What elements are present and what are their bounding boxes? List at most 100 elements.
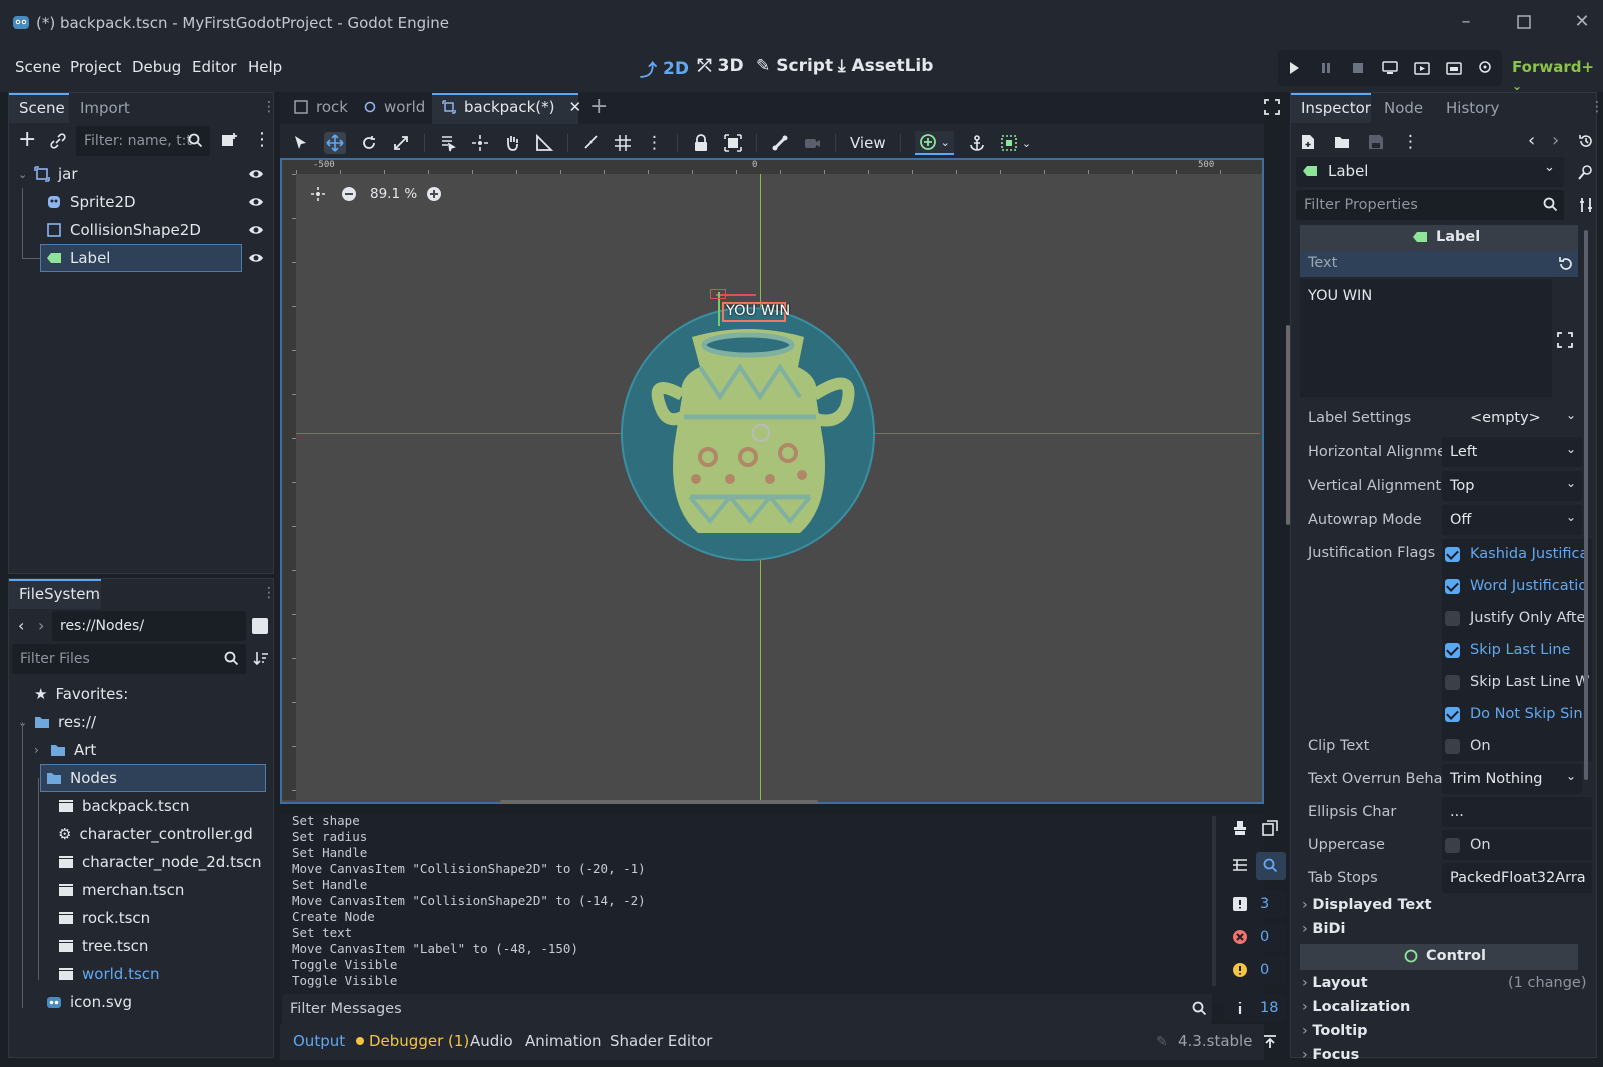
vertical-alignment-select[interactable]: Top — [1442, 471, 1582, 501]
section-tooltip[interactable]: › Tooltip — [1302, 1023, 1368, 1039]
tree-item-sprite2d[interactable]: Sprite2D — [12, 188, 270, 216]
ruler-icon[interactable] — [535, 134, 553, 152]
folder-art[interactable]: › Art — [12, 736, 270, 764]
path-input[interactable]: res://Nodes/ — [52, 611, 246, 641]
uppercase-checkbox[interactable]: On — [1445, 837, 1491, 853]
chevron-down-icon[interactable]: ⌄ — [18, 716, 28, 729]
visibility-eye-icon[interactable] — [248, 222, 264, 238]
section-focus[interactable]: › Focus — [1302, 1047, 1359, 1063]
add-tab-icon[interactable]: + — [590, 94, 608, 119]
section-bidi[interactable]: › BiDi — [1302, 921, 1345, 937]
workspace-3d[interactable]: ⤱ 3D — [698, 56, 744, 76]
tab-import[interactable]: Import — [80, 99, 130, 117]
checkbox[interactable] — [1445, 642, 1460, 658]
chevron-down-icon[interactable]: ⌄ — [1566, 442, 1576, 456]
horizontal-alignment-select[interactable]: Left — [1442, 437, 1582, 467]
play-icon[interactable] — [1280, 54, 1308, 82]
stop-icon[interactable] — [1344, 54, 1372, 82]
section-localization[interactable]: › Localization — [1302, 999, 1410, 1015]
minimize-icon[interactable]: – — [1454, 10, 1478, 34]
group-icon[interactable] — [724, 134, 742, 152]
move-icon[interactable] — [324, 132, 346, 154]
zoom-out-icon[interactable] — [341, 186, 357, 202]
workspace-script[interactable]: ✎ Script — [756, 56, 833, 76]
horizontal-scrollbar[interactable] — [500, 800, 818, 804]
rotate-icon[interactable] — [360, 134, 378, 152]
close-tab-icon[interactable]: ✕ — [569, 98, 582, 116]
maximize-icon[interactable] — [1512, 10, 1536, 34]
open-folder-icon[interactable] — [1334, 135, 1350, 149]
chevron-down-icon[interactable]: ⌄ — [1566, 476, 1576, 490]
split-mode-icon[interactable] — [252, 618, 268, 634]
tab-animation[interactable]: Animation — [525, 1032, 601, 1050]
sort-icon[interactable] — [253, 650, 269, 666]
save-icon[interactable] — [1368, 134, 1384, 150]
text-overrun-select[interactable]: Trim Nothing — [1442, 764, 1582, 794]
clip-text-checkbox[interactable]: On — [1445, 738, 1491, 754]
tab-debugger[interactable]: Debugger (1) — [356, 1032, 469, 1050]
remote-debug-icon[interactable] — [1376, 54, 1404, 82]
flag-justify-only-after[interactable]: Justify Only Afte — [1445, 610, 1585, 626]
warning-counter[interactable]: 0 — [1224, 956, 1286, 984]
menu-debug[interactable]: Debug — [132, 58, 181, 76]
add-node-icon[interactable]: + — [18, 129, 36, 151]
flag-kashida[interactable]: Kashida Justifica — [1445, 546, 1588, 562]
workspace-2d[interactable]: ⤴ 2D — [640, 56, 689, 82]
workspace-assetlib[interactable]: ⤓ AssetLib — [838, 56, 933, 76]
file-item[interactable]: icon.svg — [12, 988, 270, 1016]
flag-word[interactable]: Word Justificatio — [1445, 578, 1587, 594]
filter-properties-input[interactable]: Filter Properties — [1296, 190, 1564, 220]
select-icon[interactable] — [292, 134, 310, 152]
anchor-icon[interactable] — [968, 134, 986, 152]
tree-item-collisionshape2d[interactable]: CollisionShape2D — [12, 216, 270, 244]
file-item[interactable]: rock.tscn — [12, 904, 270, 932]
scale-icon[interactable] — [392, 134, 410, 152]
checkbox[interactable] — [1445, 674, 1460, 690]
autowrap-mode-select[interactable]: Off — [1442, 505, 1582, 535]
menu-help[interactable]: Help — [248, 58, 282, 76]
forward-icon[interactable]: › — [38, 616, 44, 635]
flag-skip-last-line[interactable]: Skip Last Line — [1445, 642, 1570, 658]
close-icon[interactable]: ✕ — [1570, 10, 1594, 34]
collapse-icon[interactable] — [1232, 857, 1248, 873]
copy-icon[interactable] — [1262, 820, 1278, 836]
lock-icon[interactable] — [692, 134, 710, 152]
text-property-row[interactable] — [1300, 251, 1578, 277]
revert-icon[interactable] — [1558, 256, 1574, 272]
tab-audio[interactable]: Audio — [470, 1032, 513, 1050]
message-counter[interactable]: 3 — [1224, 890, 1286, 918]
chevron-down-icon[interactable]: ⌄ — [1566, 510, 1576, 524]
editor-tab-rock[interactable]: rock — [294, 98, 348, 116]
checkbox[interactable] — [1445, 738, 1460, 754]
center-view-icon[interactable] — [310, 186, 326, 202]
inspector-scrollbar[interactable] — [1584, 230, 1588, 780]
filter-messages-input[interactable]: Filter Messages — [282, 994, 1212, 1024]
visibility-eye-icon[interactable] — [248, 250, 264, 266]
dock-menu-icon[interactable]: ⋮ — [1590, 99, 1603, 115]
clear-output-icon[interactable] — [1232, 820, 1248, 836]
chevron-down-icon[interactable]: ⌄ — [1544, 160, 1555, 175]
tree-item-label[interactable]: Label — [40, 244, 242, 272]
checkbox[interactable] — [1445, 706, 1460, 722]
checkbox[interactable] — [1445, 546, 1460, 562]
tab-shader-editor[interactable]: Shader Editor — [610, 1032, 712, 1050]
add-key-icon[interactable]: ⌄ — [914, 131, 954, 155]
flag-skip-last-line-w[interactable]: Skip Last Line W — [1445, 674, 1589, 690]
jar-sprite[interactable] — [620, 307, 876, 561]
folder-nodes[interactable]: Nodes — [40, 764, 266, 792]
ellipsis-char-input[interactable]: ... — [1442, 797, 1592, 827]
favorites-row[interactable]: ★ Favorites: — [12, 680, 270, 708]
pause-icon[interactable] — [1312, 54, 1340, 82]
gizmo-handle[interactable] — [710, 289, 726, 299]
dock-menu-icon[interactable]: ⋮ — [262, 99, 276, 115]
grid-snap-icon[interactable] — [614, 134, 632, 152]
expand-panel-icon[interactable] — [1262, 1034, 1278, 1050]
flag-do-not-skip[interactable]: Do Not Skip Sin — [1445, 706, 1583, 722]
run-custom-icon[interactable] — [1440, 54, 1468, 82]
file-item[interactable]: world.tscn — [12, 960, 270, 988]
inspector-menu-icon[interactable]: ⋮ — [1402, 132, 1419, 152]
editor-tab-world[interactable]: world — [364, 98, 425, 116]
scene-menu-icon[interactable]: ⋮ — [253, 129, 271, 150]
pivot-icon[interactable] — [471, 134, 489, 152]
file-item[interactable]: backpack.tscn — [12, 792, 270, 820]
